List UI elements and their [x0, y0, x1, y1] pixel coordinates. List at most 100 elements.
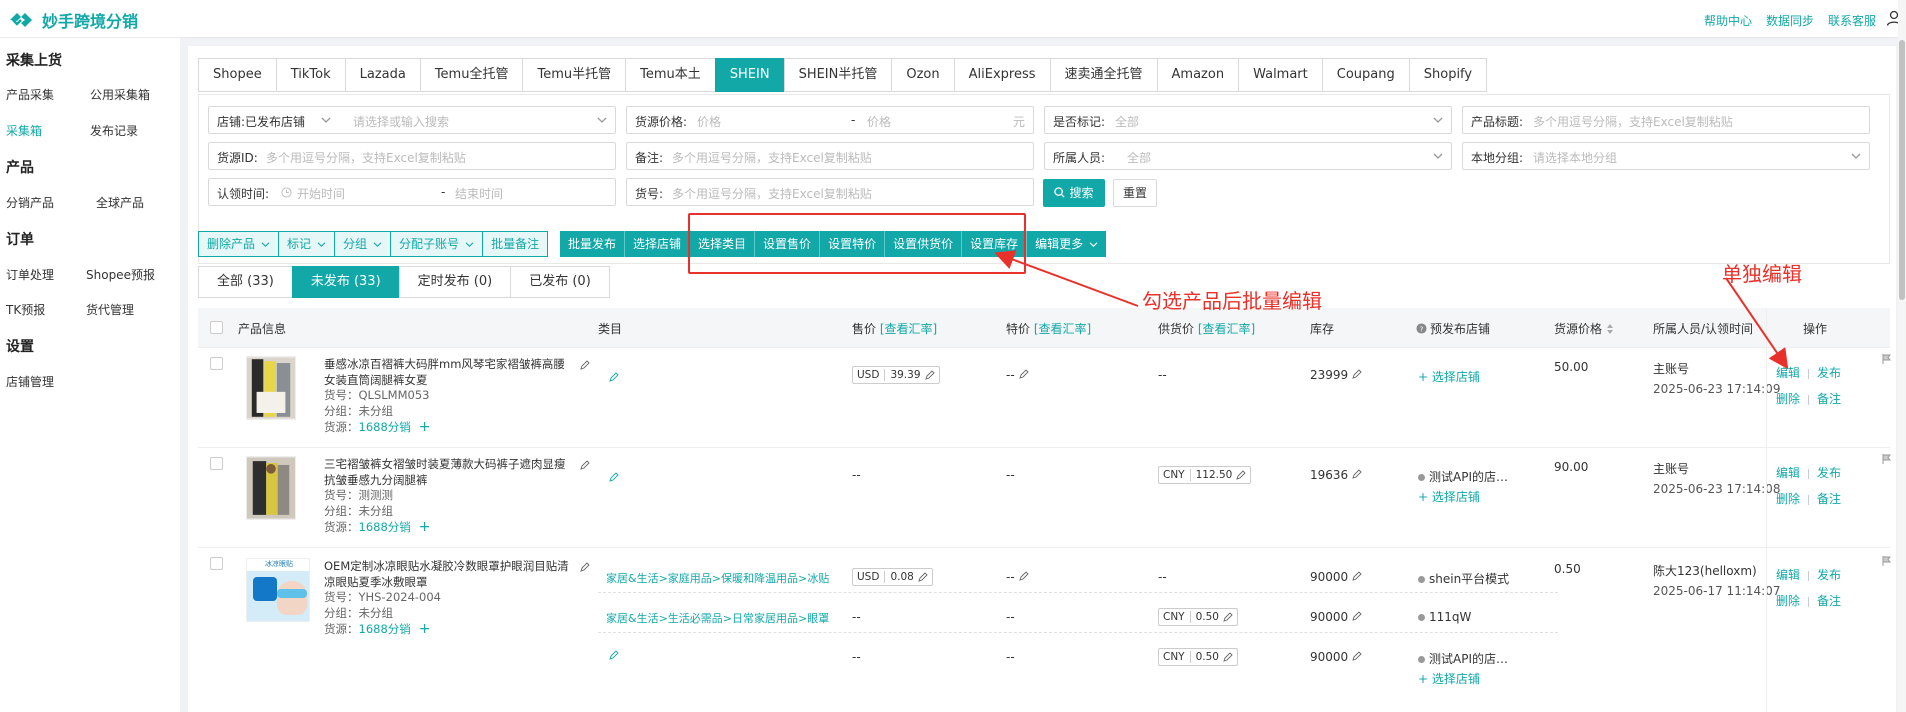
select-store-link[interactable]: + 选择店铺 [1418, 670, 1480, 687]
edit-pencil-icon[interactable] [580, 360, 590, 370]
claim-end-input[interactable]: 结束时间 [455, 185, 503, 202]
tab-aliexpress-full[interactable]: 速卖通全托管 [1049, 58, 1158, 92]
special-rate-link[interactable]: [查看汇率] [1034, 322, 1091, 336]
supply-cell[interactable]: CNY 0.50 [1158, 648, 1238, 666]
owner-filter[interactable]: 所属人员: 全部 [1044, 142, 1452, 170]
help-center-link[interactable]: 帮助中心 [1704, 12, 1752, 29]
batch-remark-button[interactable]: 批量备注 [482, 231, 549, 257]
flag-icon[interactable] [1882, 556, 1892, 566]
status-tab-scheduled[interactable]: 定时发布 (0) [398, 266, 512, 298]
tab-tiktok[interactable]: TikTok [275, 58, 346, 92]
tab-amazon[interactable]: Amazon [1156, 58, 1240, 92]
special-cell[interactable]: -- [1006, 368, 1029, 382]
sidebar-item-shopee-forecast[interactable]: Shopee预报 [86, 266, 155, 283]
delete-product-button[interactable]: 删除产品 [198, 231, 280, 257]
tab-temu-local[interactable]: Temu本土 [625, 58, 716, 92]
price-max-input[interactable]: 价格 [867, 113, 891, 130]
sidebar-item-publish-record[interactable]: 发布记录 [90, 122, 138, 139]
tab-shein[interactable]: SHEIN [714, 58, 785, 92]
remark-link[interactable]: 备注 [1817, 392, 1841, 406]
row-checkbox[interactable] [210, 357, 223, 370]
product-title[interactable]: OEM定制冰凉眼贴水凝胶冷数眼罩护眼润目贴清凉眼贴夏季冰敷眼罩 [324, 558, 574, 590]
assign-subaccount-button[interactable]: 分配子账号 [390, 231, 484, 257]
delete-link[interactable]: 删除 [1776, 594, 1800, 608]
sidebar-item-dist-product[interactable]: 分销产品 [6, 194, 54, 211]
product-thumbnail[interactable] [246, 356, 296, 420]
tab-shopee[interactable]: Shopee [198, 58, 277, 92]
remark-link[interactable]: 备注 [1817, 594, 1841, 608]
source-price-filter[interactable]: 货源价格: 价格 - 价格 元 [626, 106, 1034, 134]
tab-shopify[interactable]: Shopify [1408, 58, 1488, 92]
sidebar-item-collect-box[interactable]: 采集箱 [6, 122, 42, 139]
tab-coupang[interactable]: Coupang [1321, 58, 1410, 92]
search-button[interactable]: 搜索 [1043, 179, 1105, 207]
tab-temu-full[interactable]: Temu全托管 [419, 58, 524, 92]
batch-publish-button[interactable]: 批量发布 [560, 231, 626, 257]
select-store-button[interactable]: 选择店铺 [625, 231, 691, 257]
sidebar-item-public-collect-box[interactable]: 公用采集箱 [90, 86, 150, 103]
sidebar-item-order-process[interactable]: 订单处理 [6, 266, 54, 283]
source-link[interactable]: 1688分销 [359, 420, 411, 434]
tab-lazada[interactable]: Lazada [344, 58, 421, 92]
delete-link[interactable]: 删除 [1776, 392, 1800, 406]
scrollbar[interactable] [1898, 0, 1906, 712]
stock-cell[interactable]: 90000 [1310, 650, 1362, 664]
edit-link[interactable]: 编辑 [1776, 366, 1800, 380]
marked-filter[interactable]: 是否标记: 全部 [1044, 106, 1452, 134]
select-all-checkbox[interactable] [210, 321, 223, 334]
special-cell[interactable]: -- [1006, 570, 1029, 584]
source-link[interactable]: 1688分销 [359, 520, 411, 534]
sidebar-item-product-collect[interactable]: 产品采集 [6, 86, 54, 103]
edit-more-button[interactable]: 编辑更多 [1027, 231, 1107, 257]
price-cell[interactable]: USD 0.08 [852, 568, 933, 586]
price-rate-link[interactable]: [查看汇率] [880, 322, 937, 336]
edit-category-icon[interactable] [609, 650, 619, 660]
edit-pencil-icon[interactable] [580, 562, 590, 572]
supply-rate-link[interactable]: [查看汇率] [1198, 322, 1255, 336]
title-filter[interactable]: 产品标题: 多个用逗号分隔，支持Excel复制粘贴 [1462, 106, 1870, 134]
reset-button[interactable]: 重置 [1113, 179, 1157, 207]
edit-pencil-icon[interactable] [580, 460, 590, 470]
tab-ozon[interactable]: Ozon [891, 58, 955, 92]
source-link[interactable]: 1688分销 [359, 622, 411, 636]
edit-link[interactable]: 编辑 [1776, 568, 1800, 582]
category-link[interactable]: 家居&生活>生活必需品>日常家居用品>眼罩 [606, 610, 829, 626]
row-checkbox[interactable] [210, 557, 223, 570]
store-filter[interactable]: 店铺:已发布店铺 请选择或输入搜索 [208, 106, 616, 134]
scrollbar-thumb[interactable] [1899, 40, 1905, 300]
add-source-icon[interactable]: + [419, 419, 431, 435]
tab-walmart[interactable]: Walmart [1238, 58, 1323, 92]
stock-cell[interactable]: 23999 [1310, 368, 1362, 382]
mark-button[interactable]: 标记 [278, 231, 336, 257]
contact-support-link[interactable]: 联系客服 [1828, 12, 1876, 29]
stock-cell[interactable]: 90000 [1310, 610, 1362, 624]
flag-icon[interactable] [1882, 354, 1892, 364]
edit-category-icon[interactable] [609, 372, 619, 382]
logo[interactable]: 妙手跨境分销 [8, 8, 138, 32]
price-cell[interactable]: USD 39.39 [852, 366, 940, 384]
add-source-icon[interactable]: + [419, 621, 431, 637]
data-sync-link[interactable]: 数据同步 [1766, 12, 1814, 29]
sku-filter[interactable]: 货号: 多个用逗号分隔，支持Excel复制粘贴 [626, 178, 1034, 206]
status-tab-unpublished[interactable]: 未发布 (33) [291, 266, 400, 298]
flag-icon[interactable] [1882, 454, 1892, 464]
tab-temu-half[interactable]: Temu半托管 [522, 58, 627, 92]
status-tab-all[interactable]: 全部 (33) [198, 266, 293, 298]
price-min-input[interactable]: 价格 [697, 113, 721, 130]
select-store-link[interactable]: + 选择店铺 [1418, 368, 1480, 385]
remark-filter[interactable]: 备注: 多个用逗号分隔，支持Excel复制粘贴 [626, 142, 1034, 170]
claim-time-filter[interactable]: 认领时间: 开始时间 - 结束时间 [208, 178, 616, 206]
group-button[interactable]: 分组 [334, 231, 392, 257]
header-source-price[interactable]: 货源价格 [1554, 320, 1614, 337]
tab-shein-half[interactable]: SHEIN半托管 [783, 58, 893, 92]
supply-cell[interactable]: CNY 112.50 [1158, 466, 1252, 484]
local-group-filter[interactable]: 本地分组: 请选择本地分组 [1462, 142, 1870, 170]
add-source-icon[interactable]: + [419, 519, 431, 535]
product-thumbnail[interactable]: 冰凉眼贴 [246, 558, 310, 622]
publish-link[interactable]: 发布 [1817, 466, 1841, 480]
claim-start-input[interactable]: 开始时间 [297, 185, 345, 202]
product-title[interactable]: 垂感冰凉百褶裤大码胖mm风琴宅家褶皱裤高腰女装直筒阔腿裤女夏 [324, 356, 574, 388]
source-id-filter[interactable]: 货源ID: 多个用逗号分隔，支持Excel复制粘贴 [208, 142, 616, 170]
product-thumbnail[interactable] [246, 456, 296, 520]
remark-link[interactable]: 备注 [1817, 492, 1841, 506]
